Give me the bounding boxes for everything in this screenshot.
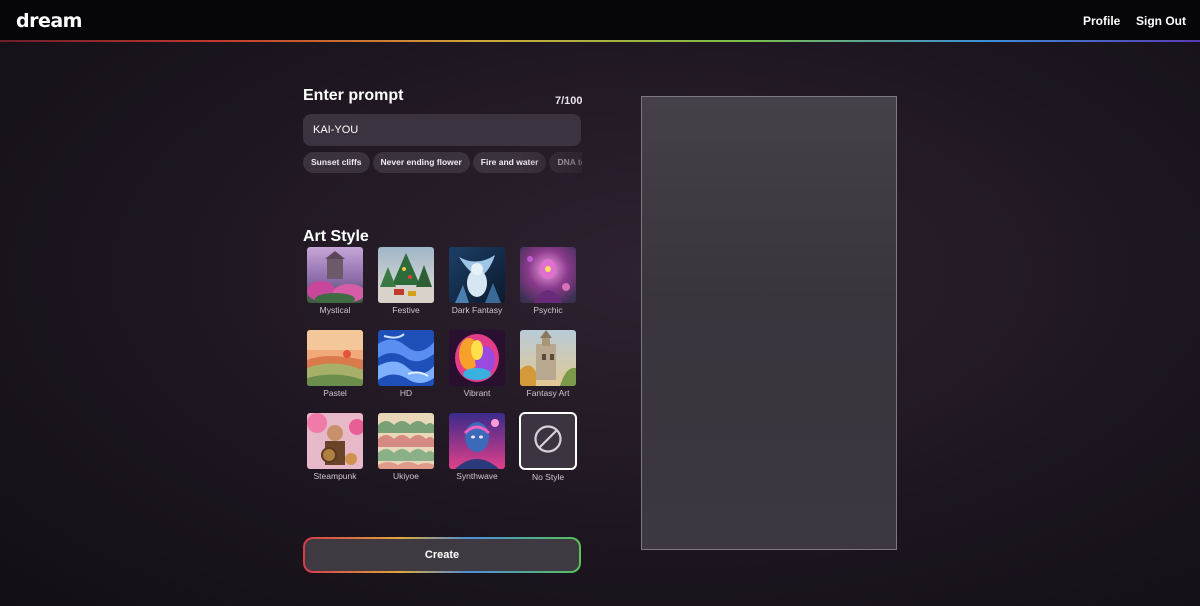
dark-fantasy-thumbnail	[449, 247, 505, 303]
suggestion-chip-sunset-cliffs[interactable]: Sunset cliffs	[303, 152, 370, 173]
image-output-panel	[641, 96, 897, 550]
ukiyoe-thumbnail	[378, 413, 434, 469]
style-tile-pastel[interactable]: Pastel	[305, 330, 365, 398]
style-tile-festive[interactable]: Festive	[376, 247, 436, 315]
top-bar: dream Profile Sign Out	[0, 0, 1200, 40]
fantasy-art-thumbnail	[520, 330, 576, 386]
synthwave-thumbnail	[449, 413, 505, 469]
style-tile-fantasy-art[interactable]: Fantasy Art	[518, 330, 578, 398]
style-label-vibrant: Vibrant	[463, 388, 491, 398]
suggestion-chip-fire-and-water[interactable]: Fire and water	[472, 152, 547, 173]
style-label-mystical: Mystical	[319, 305, 351, 315]
style-tile-psychic[interactable]: Psychic	[518, 247, 578, 315]
style-label-dark-fantasy: Dark Fantasy	[451, 305, 503, 315]
prompt-suggestions: Sunset cliffs Never ending flower Fire and…	[303, 152, 582, 174]
style-tile-vibrant[interactable]: Vibrant	[447, 330, 507, 398]
psychic-thumbnail	[520, 247, 576, 303]
app-logo[interactable]: dream	[16, 10, 82, 32]
prompt-heading: Enter prompt	[303, 87, 404, 104]
style-label-steampunk: Steampunk	[313, 471, 357, 481]
hd-thumbnail	[378, 330, 434, 386]
style-label-fantasy-art: Fantasy Art	[526, 388, 570, 398]
style-tile-hd[interactable]: HD	[376, 330, 436, 398]
style-label-festive: Festive	[392, 305, 420, 315]
style-label-pastel: Pastel	[323, 388, 347, 398]
header-rainbow-divider	[0, 40, 1200, 42]
style-label-no-style: No Style	[531, 472, 565, 482]
no-style-thumbnail-selected	[519, 412, 577, 470]
style-tile-ukiyoe[interactable]: Ukiyoe	[376, 413, 436, 481]
festive-thumbnail	[378, 247, 434, 303]
vibrant-thumbnail	[449, 330, 505, 386]
style-label-synthwave: Synthwave	[456, 471, 498, 481]
style-tile-steampunk[interactable]: Steampunk	[305, 413, 365, 481]
profile-link[interactable]: Profile	[1083, 14, 1120, 28]
sign-out-link[interactable]: Sign Out	[1136, 14, 1186, 28]
style-label-psychic: Psychic	[533, 305, 563, 315]
style-tile-mystical[interactable]: Mystical	[305, 247, 365, 315]
suggestion-chip-never-ending-flower[interactable]: Never ending flower	[372, 152, 470, 173]
suggestion-chip-dna-tornado[interactable]: DNA tornado	[549, 152, 582, 173]
style-label-hd: HD	[399, 388, 413, 398]
style-tile-no-style[interactable]: No Style	[518, 412, 578, 482]
create-button[interactable]: Create	[303, 537, 581, 573]
art-style-heading: Art Style	[303, 228, 369, 245]
mystical-thumbnail	[307, 247, 363, 303]
style-tile-synthwave[interactable]: Synthwave	[447, 413, 507, 481]
prompt-char-count: 7/100	[555, 95, 583, 107]
style-label-ukiyoe: Ukiyoe	[393, 471, 419, 481]
pastel-thumbnail	[307, 330, 363, 386]
prohibited-icon	[533, 424, 563, 459]
style-tile-dark-fantasy[interactable]: Dark Fantasy	[447, 247, 507, 315]
prompt-input[interactable]	[303, 114, 581, 146]
steampunk-thumbnail	[307, 413, 363, 469]
